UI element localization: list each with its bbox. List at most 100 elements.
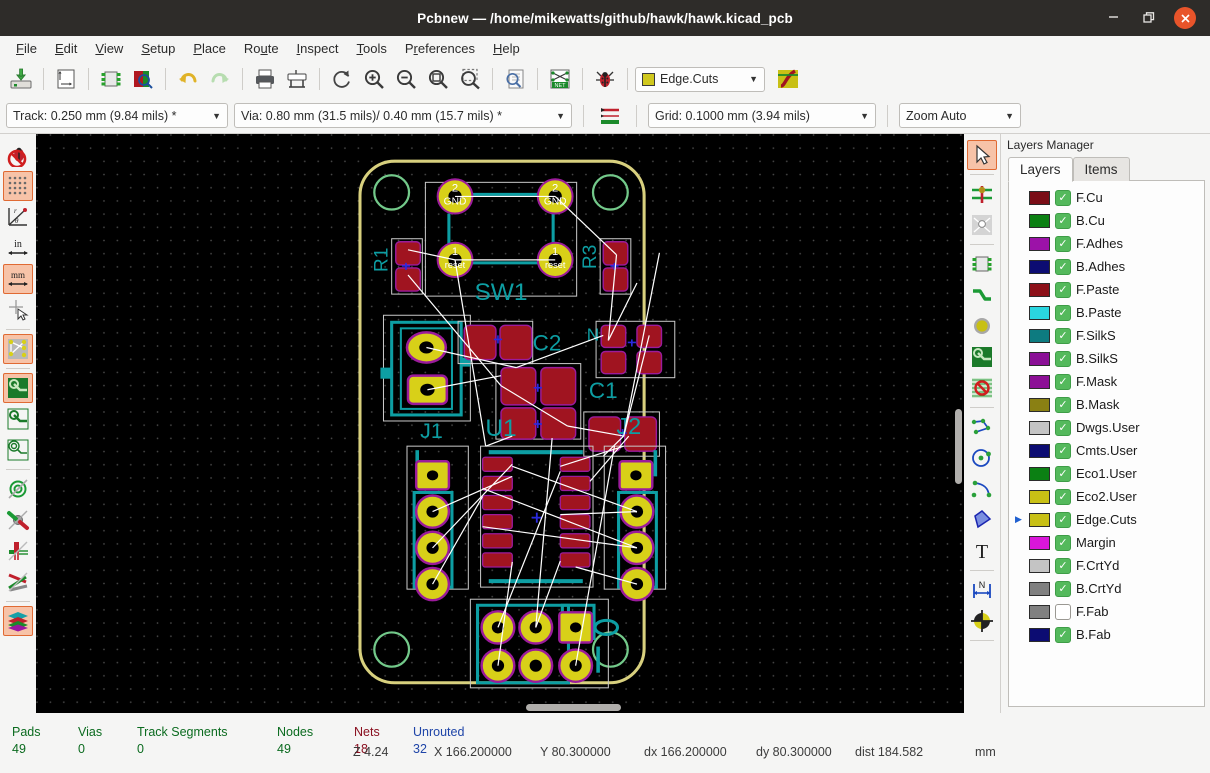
layer-row-b-adhes[interactable]: ✓ B.Adhes	[1009, 255, 1204, 278]
netlist-icon[interactable]: NET	[545, 64, 575, 94]
menu-place[interactable]: Place	[185, 39, 234, 58]
route-track-icon[interactable]	[967, 280, 997, 310]
pcb-canvas[interactable]: 2 GND 2 GND 1 reset 1 reset SW1 R1 R3 J1…	[36, 134, 964, 713]
layer-color-swatch[interactable]	[1029, 259, 1050, 274]
add-polyline-icon[interactable]	[967, 412, 997, 442]
find-icon[interactable]	[500, 64, 530, 94]
add-text-icon[interactable]: T	[967, 536, 997, 566]
cursor-shape-icon[interactable]	[3, 295, 33, 325]
add-polygon-icon[interactable]	[967, 505, 997, 535]
menu-tools[interactable]: Tools	[348, 39, 394, 58]
layer-visibility-checkbox[interactable]: ✓	[1055, 304, 1071, 321]
layer-row-b-cu[interactable]: ✓ B.Cu	[1009, 209, 1204, 232]
layer-visibility-checkbox[interactable]: ✓	[1055, 580, 1071, 597]
tab-items[interactable]: Items	[1072, 157, 1130, 181]
layer-color-swatch[interactable]	[1029, 305, 1050, 320]
layer-row-f-silks[interactable]: ✓ F.SilkS	[1009, 324, 1204, 347]
plot-icon[interactable]	[282, 64, 312, 94]
open-footprint-editor-icon[interactable]	[96, 64, 126, 94]
graphics-outline-icon[interactable]	[3, 567, 33, 597]
drc-icon[interactable]	[590, 64, 620, 94]
units-mm-icon[interactable]: mm	[3, 264, 33, 294]
layers-manager-icon[interactable]	[3, 606, 33, 636]
refresh-icon[interactable]	[327, 64, 357, 94]
layer-row-f-fab[interactable]: F.Fab	[1009, 600, 1204, 623]
select-track-via-size-icon[interactable]	[773, 64, 803, 94]
layer-row-eco2-user[interactable]: ✓ Eco2.User	[1009, 485, 1204, 508]
layer-color-swatch[interactable]	[1029, 328, 1050, 343]
layer-row-f-mask[interactable]: ✓ F.Mask	[1009, 370, 1204, 393]
layer-row-cmts-user[interactable]: ✓ Cmts.User	[1009, 439, 1204, 462]
layer-visibility-checkbox[interactable]: ✓	[1055, 327, 1071, 344]
add-via-icon[interactable]	[967, 311, 997, 341]
track-width-select[interactable]: Track: 0.250 mm (9.84 mils) * ▼	[6, 103, 228, 128]
canvas-horizontal-scrollbar[interactable]	[36, 702, 964, 713]
layer-color-swatch[interactable]	[1029, 397, 1050, 412]
layer-visibility-checkbox[interactable]: ✓	[1055, 511, 1071, 528]
close-button[interactable]	[1174, 7, 1196, 29]
layer-visibility-checkbox[interactable]: ✓	[1055, 626, 1071, 643]
layer-visibility-checkbox[interactable]: ✓	[1055, 235, 1071, 252]
active-layer-select[interactable]: Edge.Cuts ▼	[635, 66, 765, 92]
layer-visibility-checkbox[interactable]: ✓	[1055, 281, 1071, 298]
units-inches-icon[interactable]: in	[3, 233, 33, 263]
layer-row-f-cu[interactable]: ✓ F.Cu	[1009, 186, 1204, 209]
layer-row-b-silks[interactable]: ✓ B.SilkS	[1009, 347, 1204, 370]
layers-list[interactable]: ✓ F.Cu ✓ B.Cu ✓ F.Adhes ✓ B.Adhes ✓ F.Paste ✓ B.Pas…	[1008, 181, 1205, 707]
minimize-button[interactable]	[1102, 7, 1124, 29]
footprint-viewer-icon[interactable]	[128, 64, 158, 94]
layer-color-swatch[interactable]	[1029, 535, 1050, 550]
layer-color-swatch[interactable]	[1029, 489, 1050, 504]
track-sketch-icon[interactable]	[3, 505, 33, 535]
layer-row-f-paste[interactable]: ✓ F.Paste	[1009, 278, 1204, 301]
save-board-icon[interactable]	[6, 64, 36, 94]
layer-visibility-checkbox[interactable]: ✓	[1055, 534, 1071, 551]
layer-visibility-checkbox[interactable]: ✓	[1055, 212, 1071, 229]
add-zone-icon[interactable]	[967, 342, 997, 372]
layer-visibility-checkbox[interactable]: ✓	[1055, 488, 1071, 505]
layer-color-swatch[interactable]	[1029, 282, 1050, 297]
show-ratsnest-icon[interactable]	[3, 334, 33, 364]
layer-color-swatch[interactable]	[1029, 190, 1050, 205]
layer-row-eco1-user[interactable]: ✓ Eco1.User	[1009, 462, 1204, 485]
layer-color-swatch[interactable]	[1029, 351, 1050, 366]
sketch-zones-icon[interactable]	[3, 435, 33, 465]
via-sketch-icon[interactable]	[3, 474, 33, 504]
highlight-net-icon[interactable]	[967, 179, 997, 209]
zoom-select[interactable]: Zoom Auto ▼	[899, 103, 1021, 128]
layer-visibility-checkbox[interactable]: ✓	[1055, 373, 1071, 390]
drc-off-icon[interactable]	[3, 140, 33, 170]
layer-row-margin[interactable]: ✓ Margin	[1009, 531, 1204, 554]
layer-row-f-adhes[interactable]: ✓ F.Adhes	[1009, 232, 1204, 255]
layer-visibility-checkbox[interactable]: ✓	[1055, 465, 1071, 482]
layer-color-swatch[interactable]	[1029, 627, 1050, 642]
menu-file[interactable]: File	[8, 39, 45, 58]
zoom-in-icon[interactable]	[359, 64, 389, 94]
fill-zones-icon[interactable]	[3, 373, 33, 403]
layer-row-b-mask[interactable]: ✓ B.Mask	[1009, 393, 1204, 416]
layer-color-swatch[interactable]	[1029, 558, 1050, 573]
maximize-button[interactable]	[1138, 7, 1160, 29]
zoom-out-icon[interactable]	[391, 64, 421, 94]
add-keepout-zone-icon[interactable]	[967, 373, 997, 403]
layer-row-b-paste[interactable]: ✓ B.Paste	[1009, 301, 1204, 324]
canvas-vertical-scroll-thumb[interactable]	[955, 409, 962, 484]
canvas-horizontal-scroll-thumb[interactable]	[526, 704, 621, 711]
layer-row-b-crtyd[interactable]: ✓ B.CrtYd	[1009, 577, 1204, 600]
layer-visibility-checkbox[interactable]: ✓	[1055, 396, 1071, 413]
layer-color-swatch[interactable]	[1029, 512, 1050, 527]
layer-row-f-crtyd[interactable]: ✓ F.CrtYd	[1009, 554, 1204, 577]
add-circle-icon[interactable]	[967, 443, 997, 473]
via-size-select[interactable]: Via: 0.80 mm (31.5 mils)/ 0.40 mm (15.7 …	[234, 103, 572, 128]
layer-color-swatch[interactable]	[1029, 466, 1050, 481]
print-icon[interactable]	[250, 64, 280, 94]
layer-row-edge-cuts[interactable]: ▶ ✓ Edge.Cuts	[1009, 508, 1204, 531]
menu-view[interactable]: View	[87, 39, 131, 58]
layer-color-swatch[interactable]	[1029, 581, 1050, 596]
layer-row-b-fab[interactable]: ✓ B.Fab	[1009, 623, 1204, 646]
grid-display-icon[interactable]	[3, 171, 33, 201]
layer-row-dwgs-user[interactable]: ✓ Dwgs.User	[1009, 416, 1204, 439]
redo-icon[interactable]	[205, 64, 235, 94]
layer-color-swatch[interactable]	[1029, 374, 1050, 389]
menu-setup[interactable]: Setup	[133, 39, 183, 58]
